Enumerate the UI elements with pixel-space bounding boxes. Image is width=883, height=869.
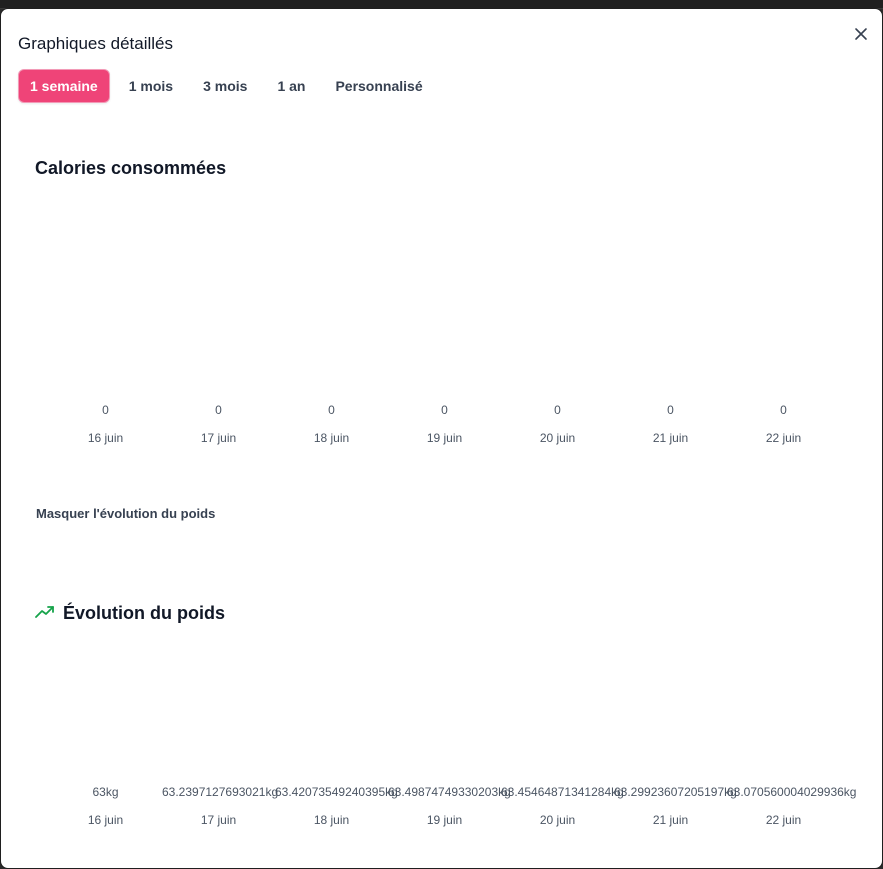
tab-1-an[interactable]: 1 an [266, 69, 316, 103]
modal-title: Graphiques détaillés [18, 34, 173, 53]
weight-value-label: 63.49874749330203kg [388, 785, 511, 799]
weight-date-label: 19 juin [426, 813, 463, 827]
calorie-value-label: 0 [441, 403, 448, 417]
weight-date-label: 22 juin [765, 813, 802, 827]
trending-up-icon [35, 603, 55, 624]
weight-value-label: 63.2397127693021kg [162, 785, 279, 799]
calorie-value-label: 0 [554, 403, 561, 417]
calorie-value-label: 0 [102, 403, 109, 417]
calorie-value-label: 0 [215, 403, 222, 417]
calorie-value-label: 0 [328, 403, 335, 417]
weight-value-label: 63.070560004029936kg [727, 785, 857, 799]
weight-date-label: 17 juin [200, 813, 237, 827]
calorie-date-label: 21 juin [652, 431, 689, 445]
weight-value-label: 63kg [92, 785, 119, 799]
weight-value-label: 63.45464871341284kg [501, 785, 624, 799]
calorie-date-label: 17 juin [200, 431, 237, 445]
weight-date-label: 21 juin [652, 813, 689, 827]
calorie-value-label: 0 [667, 403, 674, 417]
toggle-weight-button[interactable]: Masquer l'évolution du poids [36, 506, 215, 521]
calorie-date-label: 19 juin [426, 431, 463, 445]
detailed-charts-modal: Graphiques détaillés 1 semaine 1 mois 3 … [0, 8, 883, 869]
weight-date-label: 16 juin [87, 813, 124, 827]
calorie-date-label: 18 juin [313, 431, 350, 445]
tab-personnalise[interactable]: Personnalisé [324, 69, 433, 103]
close-button[interactable] [854, 27, 868, 41]
calorie-date-label: 16 juin [87, 431, 124, 445]
period-tabs: 1 semaine 1 mois 3 mois 1 an Personnalis… [18, 69, 442, 103]
weight-date-label: 20 juin [539, 813, 576, 827]
calories-section-title: Calories consommées [35, 158, 227, 178]
calorie-date-label: 22 juin [765, 431, 802, 445]
weight-section-title: Évolution du poids [35, 603, 225, 624]
calorie-value-label: 0 [780, 403, 787, 417]
calorie-date-label: 20 juin [539, 431, 576, 445]
tab-3-mois[interactable]: 3 mois [192, 69, 258, 103]
weight-section-label: Évolution du poids [63, 603, 225, 623]
weight-value-label: 63.42073549240395kg [275, 785, 398, 799]
weight-date-label: 18 juin [313, 813, 350, 827]
tab-1-mois[interactable]: 1 mois [118, 69, 184, 103]
weight-value-label: 63.29923607205197kg [614, 785, 737, 799]
tab-1-semaine[interactable]: 1 semaine [18, 69, 110, 103]
close-icon [855, 28, 867, 40]
